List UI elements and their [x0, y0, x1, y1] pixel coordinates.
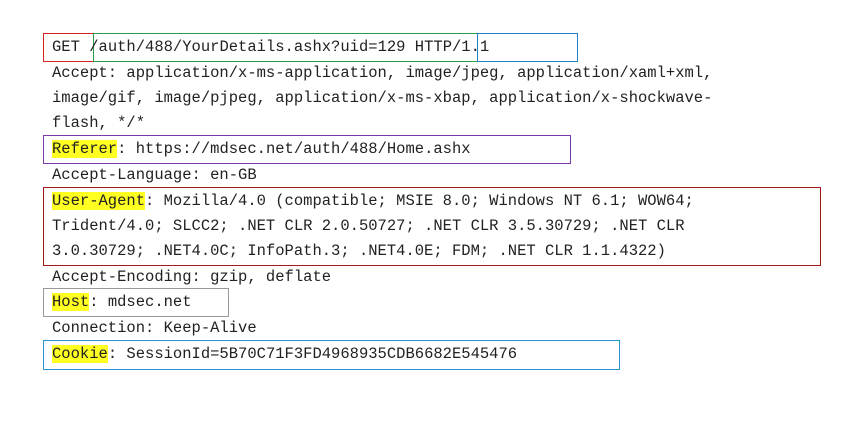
accept-language-header: Accept-Language: en-GB [52, 166, 257, 184]
host-header-value: : mdsec.net [89, 293, 192, 311]
version-box [477, 33, 578, 62]
referer-header-name: Referer [52, 140, 118, 158]
referer-header-value: : https://mdsec.net/auth/488/Home.ashx [117, 140, 471, 158]
host-header-name: Host [52, 293, 90, 311]
request-path: /auth/488/YourDetails.ashx?uid=129 [89, 38, 406, 56]
user-agent-header-line-1: User-Agent: Mozilla/4.0 (compatible; MSI… [52, 189, 694, 214]
connection-header: Connection: Keep-Alive [52, 319, 257, 337]
accept-encoding-header: Accept-Encoding: gzip, deflate [52, 268, 332, 286]
accept-header-line-2: image/gif, image/pjpeg, application/x-ms… [52, 89, 713, 107]
user-agent-header-name: User-Agent [52, 192, 146, 210]
request-method: GET [52, 38, 80, 56]
accept-header-line-3: flash, */* [52, 114, 146, 132]
referer-header: Referer: https://mdsec.net/auth/488/Home… [52, 137, 471, 162]
host-header: Host: mdsec.net [52, 290, 192, 315]
request-line: GET /auth/488/YourDetails.ashx?uid=129 H… [52, 35, 489, 60]
cookie-header-name: Cookie [52, 345, 108, 363]
cookie-header-value: : SessionId=5B70C71F3FD4968935CDB6682E54… [107, 345, 518, 363]
user-agent-header-value: : Mozilla/4.0 (compatible; MSIE 8.0; Win… [145, 192, 694, 210]
user-agent-header-line-3: 3.0.30729; .NET4.0C; InfoPath.3; .NET4.0… [52, 242, 666, 260]
accept-header-line-1: Accept: application/x-ms-application, im… [52, 64, 713, 82]
request-version: HTTP/1.1 [414, 38, 490, 56]
cookie-header: Cookie: SessionId=5B70C71F3FD4968935CDB6… [52, 342, 517, 367]
user-agent-header-line-2: Trident/4.0; SLCC2; .NET CLR 2.0.50727; … [52, 217, 685, 235]
